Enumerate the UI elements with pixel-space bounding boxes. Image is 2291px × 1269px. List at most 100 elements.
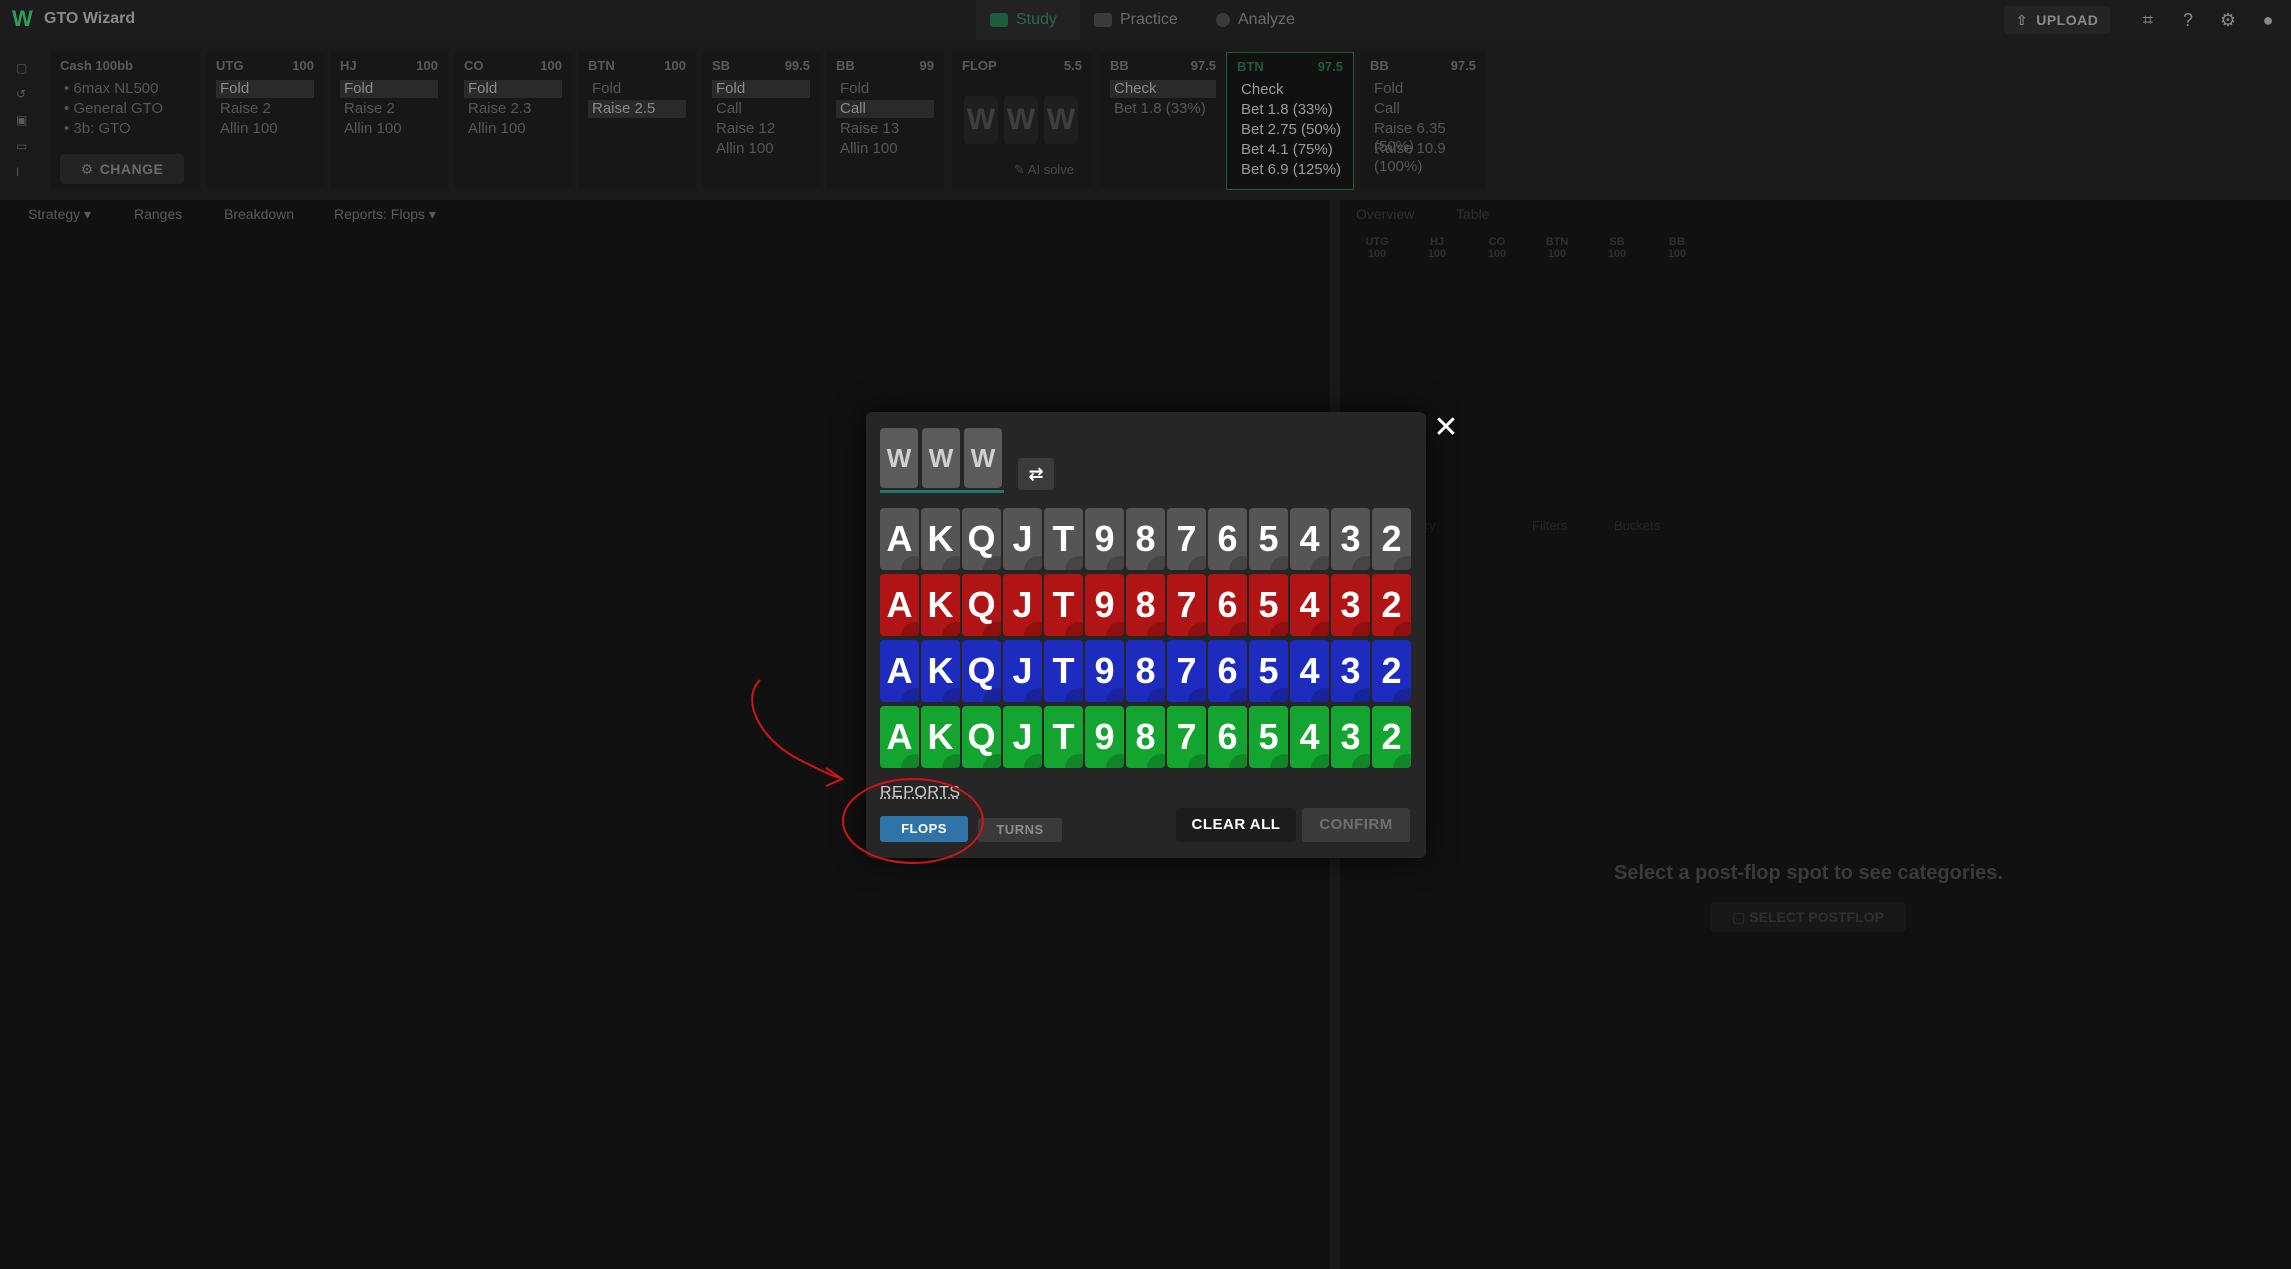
action-option[interactable]: Call [1370,100,1476,118]
hand-cell[interactable] [220,1016,320,1092]
card-a[interactable]: A [880,706,919,768]
hand-cell[interactable] [1230,1172,1330,1248]
tab-strategy[interactable]: Strategy ▾ [28,206,91,223]
hand-cell[interactable] [422,1016,522,1092]
card-6[interactable]: 6 [1208,640,1247,702]
card-t[interactable]: T [1044,508,1083,570]
hand-cell[interactable] [422,626,522,702]
hand-cell[interactable] [119,938,219,1014]
hand-cell[interactable] [523,860,623,936]
hand-cell[interactable] [119,548,219,624]
hand-cell[interactable] [422,938,522,1014]
hand-cell[interactable] [321,860,421,936]
action-option[interactable]: Raise 10.9 (100%) [1370,140,1476,175]
card-t[interactable]: T [1044,640,1083,702]
hand-cell[interactable] [18,704,118,780]
hand-cell[interactable] [422,704,522,780]
card-2[interactable]: 2 [1372,508,1411,570]
hand-cell[interactable] [422,860,522,936]
hand-cell[interactable] [1129,314,1229,390]
hand-cell[interactable] [321,704,421,780]
hand-cell[interactable] [927,860,1027,936]
action-option[interactable]: Check [1110,80,1216,98]
card-9[interactable]: 9 [1085,508,1124,570]
hand-cell[interactable] [321,1172,421,1248]
hand-cell[interactable] [321,470,421,546]
hand-cell[interactable] [18,938,118,1014]
hand-cell[interactable] [321,1016,421,1092]
action-option[interactable]: Fold [588,80,686,98]
action-option[interactable]: Raise 2.5 [588,100,686,118]
hand-cell[interactable] [725,548,825,624]
hand-cell[interactable] [1129,860,1229,936]
confirm-button[interactable]: CONFIRM [1302,808,1410,842]
hand-cell[interactable] [826,860,926,936]
card-9[interactable]: 9 [1085,640,1124,702]
hand-cell[interactable] [725,938,825,1014]
hand-cell[interactable] [321,938,421,1014]
card-7[interactable]: 7 [1167,706,1206,768]
hand-cell[interactable] [220,938,320,1014]
help-icon[interactable]: ? [2178,10,2198,30]
action-option[interactable]: Allin 100 [836,140,934,158]
action-option[interactable]: Fold [340,80,438,98]
change-button[interactable]: ⚙ CHANGE [60,154,184,184]
card-3[interactable]: 3 [1331,574,1370,636]
card-4[interactable]: 4 [1290,640,1329,702]
hand-cell[interactable] [18,782,118,858]
hand-cell[interactable] [1129,1094,1229,1170]
hand-cell[interactable] [422,1172,522,1248]
hand-cell[interactable] [1230,314,1330,390]
hand-cell[interactable] [18,548,118,624]
card-k[interactable]: K [921,640,960,702]
account-icon[interactable]: ● [2258,10,2278,30]
hand-cell[interactable] [523,236,623,312]
hand-cell[interactable] [18,1172,118,1248]
postflop-column-btn[interactable]: BTN 97.5 Check Bet 1.8 (33%) Bet 2.75 (50%) B… [1226,52,1354,190]
hand-cell[interactable] [321,782,421,858]
player-chip[interactable]: CO 100 [1474,236,1520,270]
card-4[interactable]: 4 [1290,706,1329,768]
hand-cell[interactable] [1230,860,1330,936]
tab-analyze[interactable]: Analyze [1216,0,1295,40]
hand-cell[interactable] [220,1172,320,1248]
hand-cell[interactable] [725,782,825,858]
hand-cell[interactable] [119,1094,219,1170]
hand-cell[interactable] [1028,1016,1128,1092]
hand-cell[interactable] [119,626,219,702]
card-q[interactable]: Q [962,508,1001,570]
card-k[interactable]: K [921,508,960,570]
hand-cell[interactable] [1230,1016,1330,1092]
gear-icon[interactable]: ⚙ [2218,10,2238,30]
hand-cell[interactable] [523,626,623,702]
action-option[interactable]: Bet 4.1 (75%) [1237,141,1343,159]
upload-button[interactable]: ⇧ UPLOAD [2004,6,2111,34]
hand-cell[interactable] [321,626,421,702]
card-5[interactable]: 5 [1249,706,1288,768]
action-option[interactable]: Raise 2.3 [464,100,562,118]
tab-overview[interactable]: Overview [1356,206,1414,222]
board-card-slot[interactable]: W [922,428,960,488]
hand-cell[interactable] [523,1172,623,1248]
hand-cell[interactable] [422,392,522,468]
hand-cell[interactable] [422,548,522,624]
hand-cell[interactable] [826,1172,926,1248]
card-7[interactable]: 7 [1167,574,1206,636]
hand-cell[interactable] [321,392,421,468]
tab-study[interactable]: Study [976,0,1080,40]
hand-cell[interactable] [1230,236,1330,312]
card-3[interactable]: 3 [1331,706,1370,768]
card-j[interactable]: J [1003,640,1042,702]
hand-cell[interactable] [523,314,623,390]
hand-cell[interactable] [18,236,118,312]
hand-cell[interactable] [523,470,623,546]
tab-buckets[interactable]: Buckets [1614,518,1660,533]
hand-cell[interactable] [725,1094,825,1170]
hand-cell[interactable] [220,1094,320,1170]
tab-practice[interactable]: Practice [1094,0,1178,40]
hand-cell[interactable] [18,1016,118,1092]
hand-cell[interactable] [523,1094,623,1170]
action-option[interactable]: Raise 2 [216,100,314,118]
hand-cell[interactable] [624,314,724,390]
card-9[interactable]: 9 [1085,574,1124,636]
